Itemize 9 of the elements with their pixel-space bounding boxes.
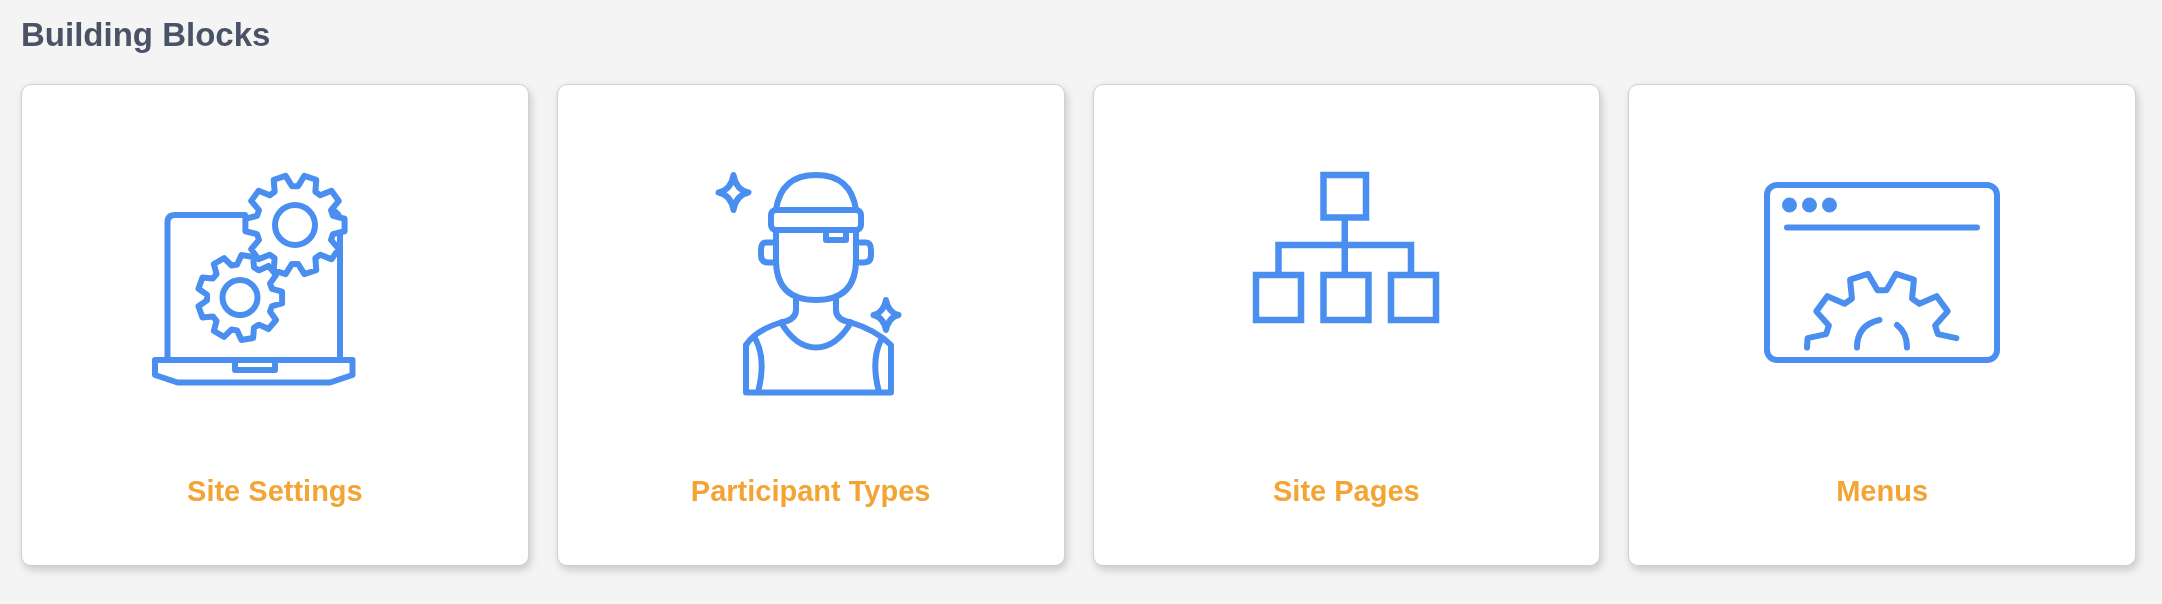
card-label: Site Pages	[1273, 475, 1420, 508]
card-label: Menus	[1836, 475, 1929, 508]
section-title: Building Blocks	[21, 15, 272, 55]
tile-card[interactable]: Participant Types	[556, 84, 1065, 566]
tile-card[interactable]: Site Pages	[1092, 84, 1601, 566]
card-label: Participant Types	[690, 475, 931, 508]
tile-card[interactable]: Menus	[1628, 84, 2136, 566]
card-label: Site Settings	[187, 475, 363, 508]
tile-card[interactable]: Site Settings	[21, 84, 529, 566]
